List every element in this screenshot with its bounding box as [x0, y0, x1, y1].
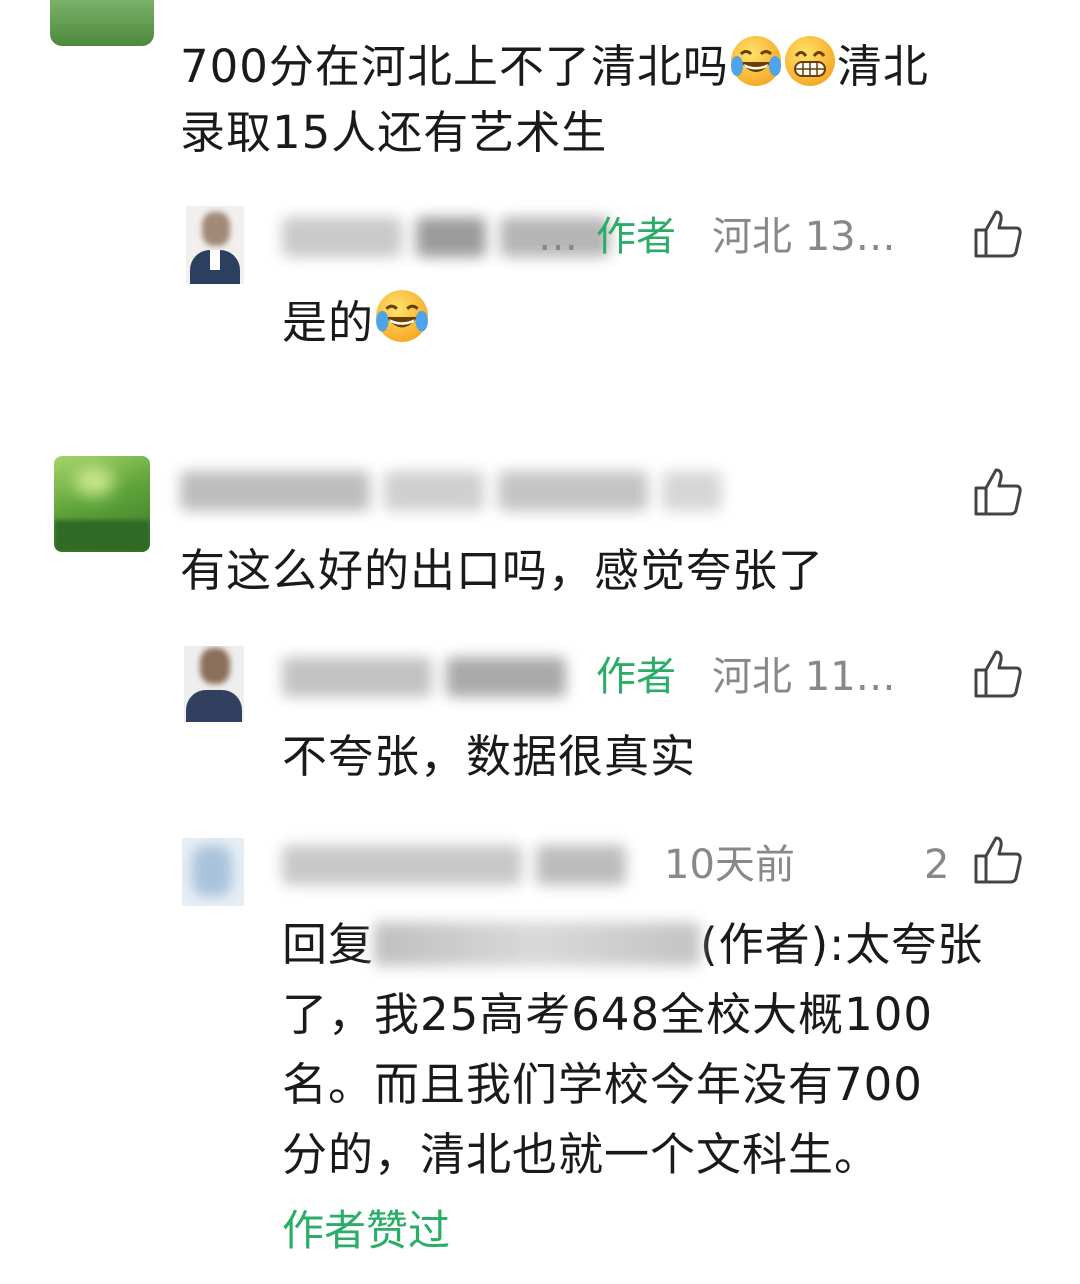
reply-text: 不夸张，数据很真实 — [282, 730, 697, 783]
comment-text: 700分在河北上不了清北吗 清北 — [180, 34, 929, 98]
liked-by-author-label: 作者赞过 — [282, 1206, 451, 1255]
reply-meta: 10天前 — [664, 842, 795, 888]
like-thumb-icon[interactable] — [972, 834, 1024, 886]
comment-username-blurred[interactable] — [180, 468, 722, 514]
reply-meta: 河北 13… — [712, 214, 896, 260]
reply-text-line3: 名。而且我们学校今年没有700 — [282, 1058, 923, 1111]
like-count: 2 — [924, 842, 950, 888]
reply-text-content: 是的 — [282, 296, 375, 349]
author-tag: 作者 — [596, 214, 676, 260]
like-thumb-icon[interactable] — [972, 648, 1024, 700]
comment-avatar[interactable] — [54, 456, 150, 552]
comment-text-line2: 录取15人还有艺术生 — [180, 106, 608, 159]
comment-avatar[interactable] — [50, 0, 154, 46]
reply-avatar[interactable] — [186, 206, 244, 284]
reply-text-line2: 了，我25高考648全校大概100 — [282, 988, 934, 1041]
grinning-face-icon — [784, 36, 835, 86]
reply-prefix: 回复 — [282, 918, 375, 971]
comment-text-part2: 清北 — [836, 40, 929, 93]
reply-avatar[interactable] — [184, 646, 244, 722]
reply-avatar[interactable] — [182, 838, 244, 906]
reply-text: 是的 — [282, 288, 430, 354]
grinning-face-with-tears-icon — [730, 36, 781, 86]
reply-author-suffix: (作者):太夸张 — [700, 918, 984, 971]
reply-text-line1: 回复 (作者):太夸张 — [282, 914, 983, 976]
comment-text-part1: 700分在河北上不了清北吗 — [180, 40, 729, 93]
author-tag: 作者 — [596, 654, 676, 700]
reply-username-blurred[interactable] — [282, 842, 626, 888]
like-thumb-icon[interactable] — [972, 208, 1024, 260]
reply-meta: 河北 11… — [712, 654, 896, 700]
reply-ellipsis: … — [538, 214, 578, 260]
reply-username-blurred[interactable] — [282, 654, 566, 700]
like-thumb-icon[interactable] — [972, 466, 1024, 518]
comment-text: 有这么好的出口吗，感觉夸张了 — [180, 544, 825, 597]
reply-text-line4: 分的，清北也就一个文科生。 — [282, 1128, 881, 1181]
grinning-face-with-tears-icon — [376, 290, 428, 342]
reply-target-blurred[interactable] — [374, 922, 701, 966]
